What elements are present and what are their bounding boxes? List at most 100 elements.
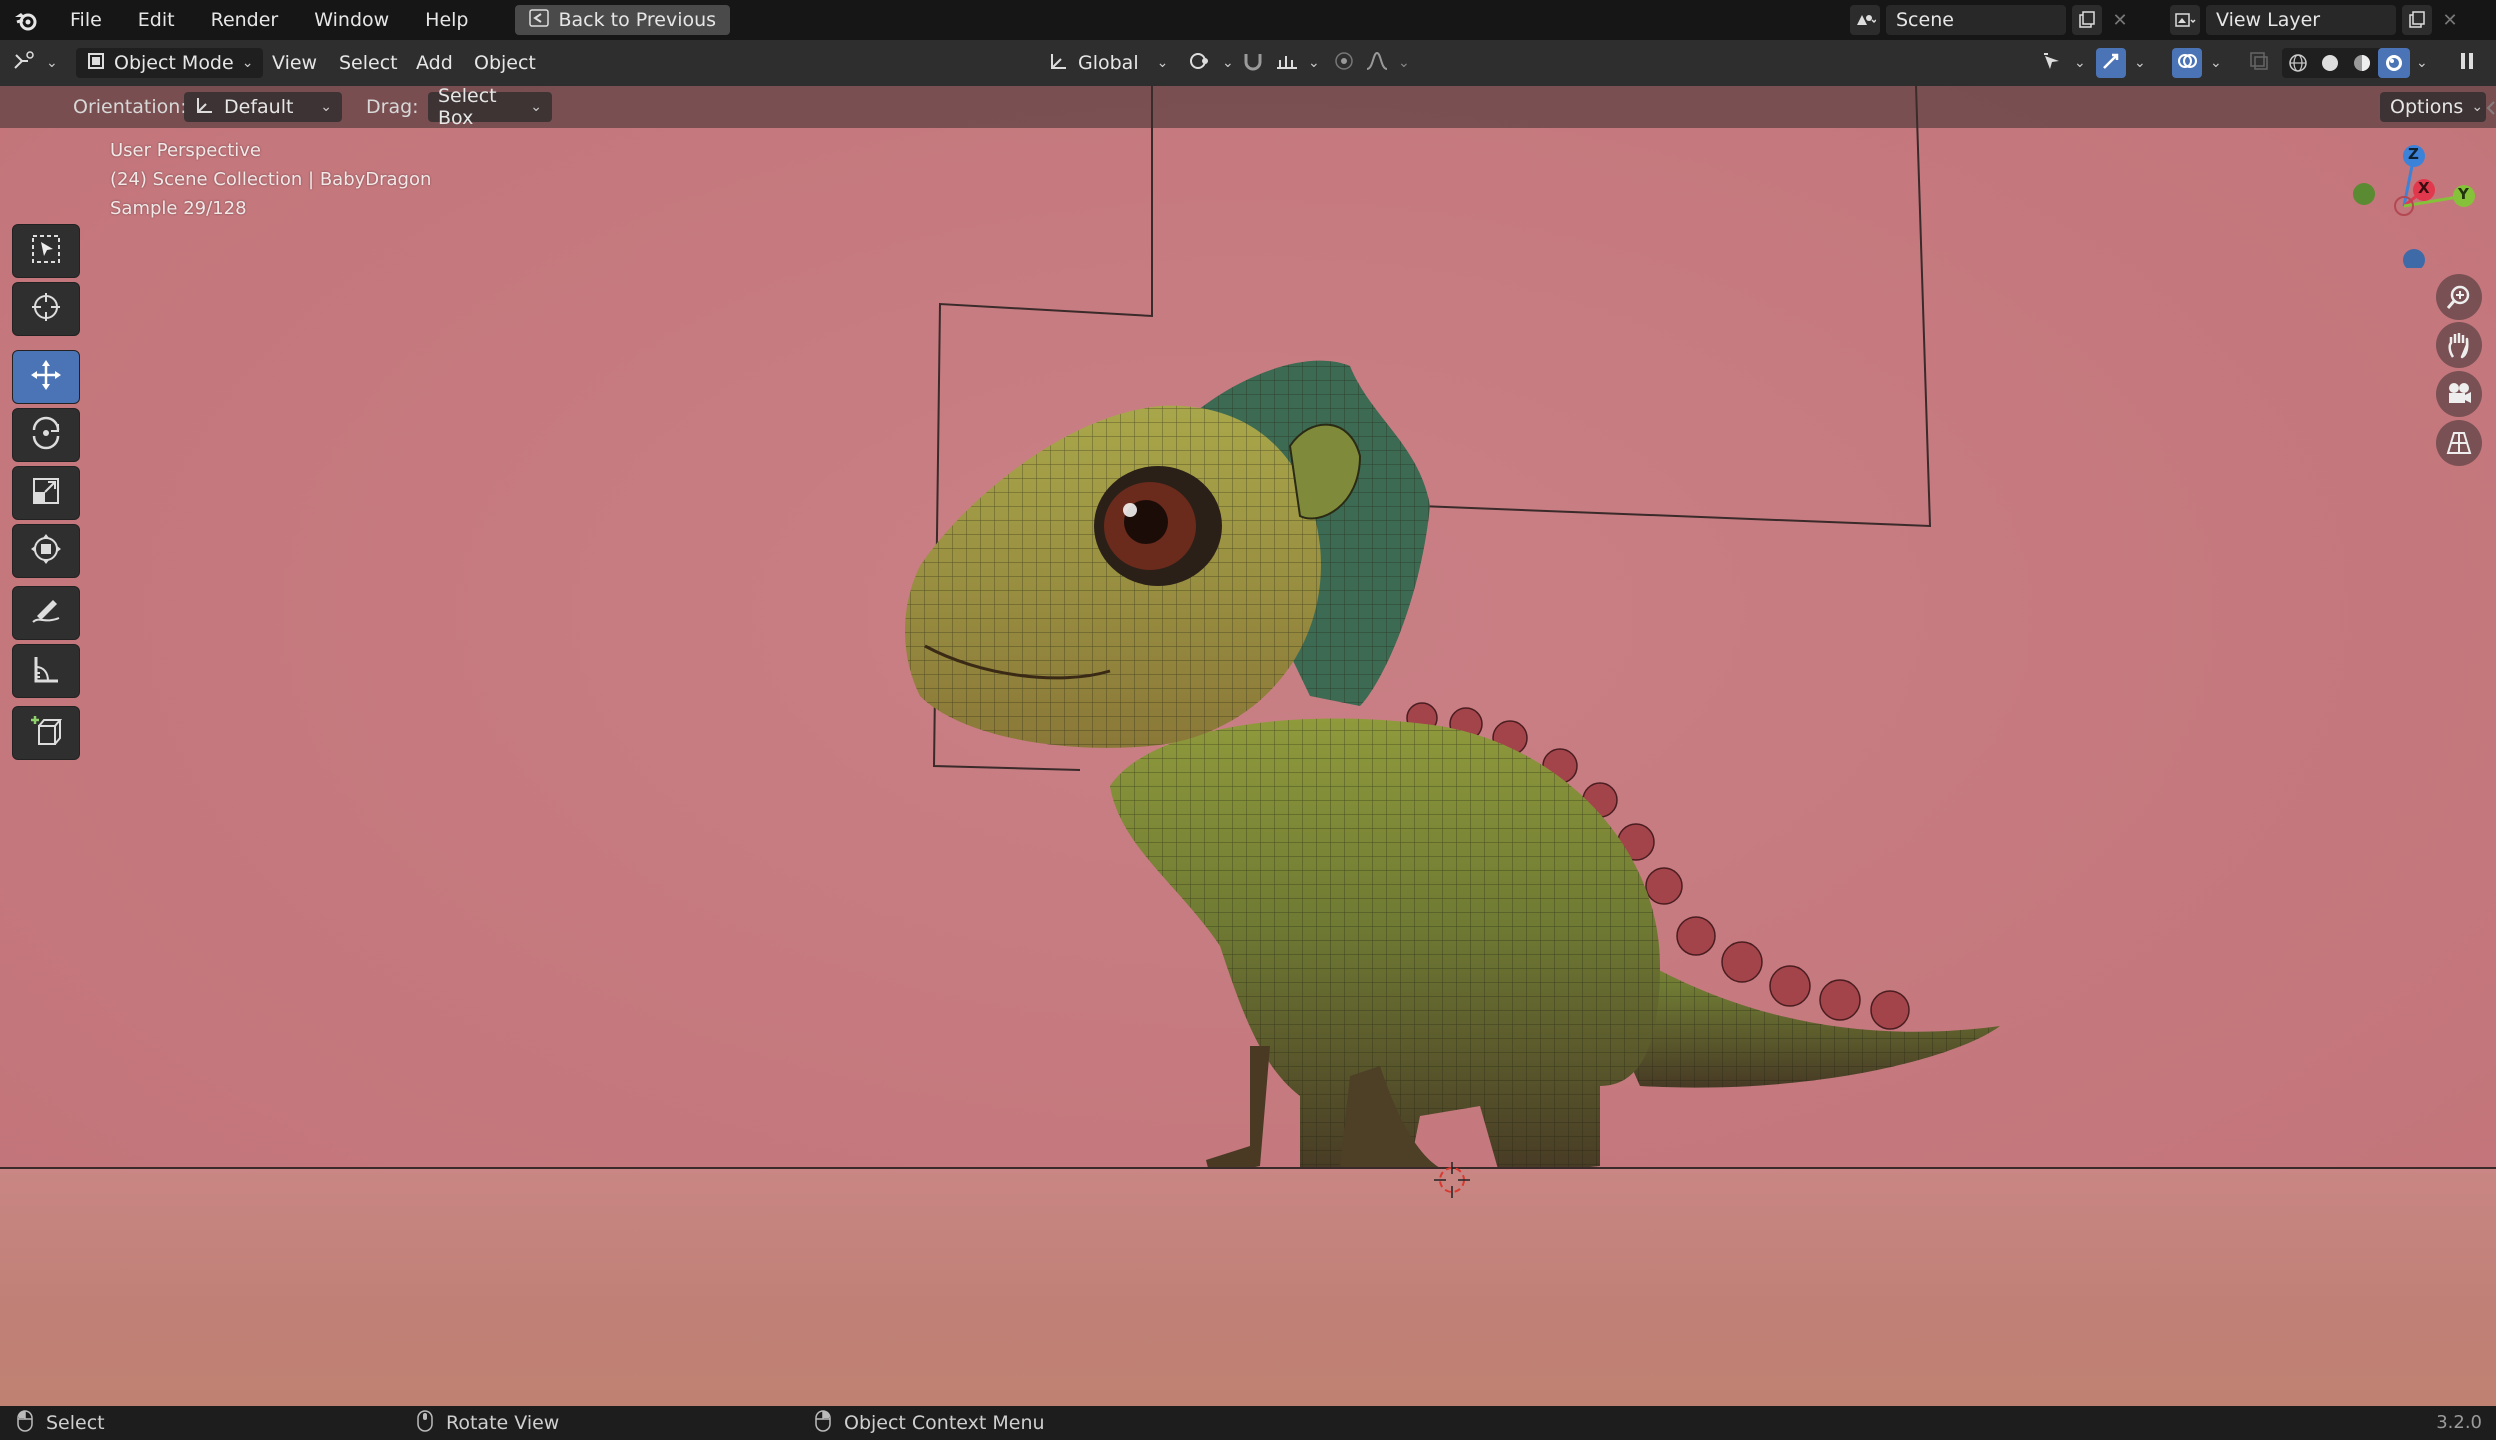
blender-logo-icon[interactable] (0, 0, 52, 40)
menu-edit[interactable]: Edit (120, 0, 193, 40)
pause-icon (2459, 51, 2475, 76)
editor-type-selector[interactable]: ⌄ (12, 48, 58, 78)
top-menu-bar: File Edit Render Window Help Back to Pre… (0, 0, 2496, 40)
rotate-tool[interactable] (12, 408, 80, 462)
blender-version: 3.2.0 (2436, 1412, 2482, 1433)
move-tool[interactable] (12, 350, 80, 404)
falloff-curve-icon (1364, 50, 1390, 77)
measure-tool[interactable] (12, 644, 80, 698)
scene-browse-icon[interactable] (1850, 5, 1880, 35)
camera-view-icon[interactable] (2436, 371, 2482, 417)
pivot-point-selector[interactable]: ⌄ (1188, 48, 1234, 78)
pause-render-button[interactable] (2452, 48, 2482, 78)
view-layer-name-field[interactable]: View Layer (2206, 5, 2396, 35)
back-button-label: Back to Previous (558, 9, 717, 31)
delete-scene-icon[interactable]: ✕ (2108, 5, 2132, 35)
snap-toggle[interactable]: ⌄ (1240, 48, 1320, 78)
status-rotate-label: Rotate View (446, 1412, 560, 1434)
new-view-layer-icon[interactable] (2402, 5, 2432, 35)
drag-value: Select Box (438, 85, 497, 129)
status-context-label: Object Context Menu (844, 1412, 1045, 1434)
selectability-visibility[interactable]: ⌄ (2040, 48, 2086, 78)
transform-orientation-selector[interactable]: Global ⌄ (1048, 48, 1168, 78)
move-arrows-icon (29, 358, 63, 396)
material-preview-icon[interactable] (2346, 48, 2378, 78)
chevron-down-icon: ⌄ (2134, 55, 2146, 71)
measure-ruler-icon (30, 653, 62, 689)
cursor-crosshair-icon (29, 290, 63, 328)
view-layer-browse-icon[interactable] (2170, 5, 2200, 35)
overlays-toggle[interactable] (2172, 48, 2202, 78)
mode-label: Object Mode (114, 52, 234, 74)
collection-info-label: (24) Scene Collection | BabyDragon (110, 169, 432, 190)
chevron-down-icon: ⌄ (1156, 55, 1169, 71)
rotate-icon (29, 416, 63, 454)
rendered-shading-icon[interactable] (2378, 48, 2410, 78)
solid-shading-icon[interactable] (2314, 48, 2346, 78)
chevron-down-icon: ⌄ (530, 99, 542, 115)
pan-view-hand-icon[interactable] (2436, 322, 2482, 368)
delete-view-layer-icon[interactable]: ✕ (2438, 5, 2462, 35)
chevron-down-icon: ⌄ (1308, 55, 1320, 71)
proportional-editing[interactable]: ⌄ (1332, 48, 1410, 78)
3d-cursor-icon[interactable] (1432, 1160, 1472, 1200)
chevron-down-icon: ⌄ (2471, 99, 2484, 115)
overlays-options[interactable]: ⌄ (2210, 48, 2222, 78)
navigation-gizmo[interactable]: Z X Y (2340, 138, 2480, 271)
transform-icon (29, 532, 63, 570)
proportional-edit-icon (1332, 50, 1356, 77)
menu-add[interactable]: Add (416, 48, 453, 78)
gizmo-options[interactable]: ⌄ (2134, 48, 2146, 78)
xray-icon (2249, 51, 2269, 76)
scene-selector: Scene ✕ (1850, 5, 2132, 35)
view-layer-selector: View Layer ✕ (2170, 5, 2462, 35)
orientation-axes-icon (1048, 50, 1070, 77)
options-dropdown[interactable]: Options ⌄ (2380, 92, 2486, 122)
mouse-left-icon (16, 1409, 34, 1438)
add-cube-icon (29, 714, 63, 752)
zoom-view-icon[interactable] (2436, 274, 2482, 320)
3d-viewport[interactable]: User Perspective (24) Scene Collection |… (0, 86, 2496, 1406)
menu-file[interactable]: File (52, 0, 120, 40)
menu-view[interactable]: View (272, 48, 317, 78)
options-label: Options (2390, 96, 2464, 118)
menu-render[interactable]: Render (193, 0, 297, 40)
drag-dropdown[interactable]: Select Box ⌄ (428, 85, 552, 129)
gizmo-y-label: Y (2458, 185, 2469, 203)
object-mode-icon (86, 51, 106, 76)
back-to-previous-button[interactable]: Back to Previous (514, 5, 731, 35)
orientation-label: Orientation: (73, 96, 187, 118)
annotate-tool[interactable] (12, 586, 80, 640)
orthographic-toggle-grid-icon[interactable] (2436, 420, 2482, 466)
gizmo-toggle[interactable] (2096, 48, 2126, 78)
select-box-icon (30, 233, 62, 269)
chevron-down-icon: ⌄ (2074, 55, 2086, 71)
menu-select[interactable]: Select (339, 48, 398, 78)
orientation-gizmo-icon (194, 94, 216, 121)
scale-icon (30, 475, 62, 511)
magnet-icon (1240, 50, 1266, 77)
add-cube-tool[interactable] (12, 706, 80, 760)
orientation-dropdown[interactable]: Default ⌄ (184, 92, 342, 122)
cursor-tool[interactable] (12, 282, 80, 336)
horizon-line (0, 1167, 2496, 1169)
new-scene-icon[interactable] (2072, 5, 2102, 35)
render-sample-label: Sample 29/128 (110, 198, 247, 219)
overlays-icon (2176, 50, 2198, 77)
shading-options[interactable]: ⌄ (2416, 48, 2428, 78)
scene-name-field[interactable]: Scene (1886, 5, 2066, 35)
wireframe-shading-icon[interactable] (2282, 48, 2314, 78)
scale-tool[interactable] (12, 466, 80, 520)
shading-modes (2282, 48, 2410, 78)
snap-increment-icon (1274, 50, 1300, 77)
menu-help[interactable]: Help (407, 0, 486, 40)
status-rotate-hint: Rotate View (416, 1406, 559, 1440)
xray-toggle[interactable] (2244, 48, 2274, 78)
menu-object[interactable]: Object (474, 48, 536, 78)
select-box-tool[interactable] (12, 224, 80, 278)
mode-selector[interactable]: Object Mode ⌄ (76, 48, 264, 78)
annotate-pencil-icon (29, 594, 63, 632)
chevron-down-icon: ⌄ (2416, 55, 2428, 71)
menu-window[interactable]: Window (296, 0, 407, 40)
transform-tool[interactable] (12, 524, 80, 578)
